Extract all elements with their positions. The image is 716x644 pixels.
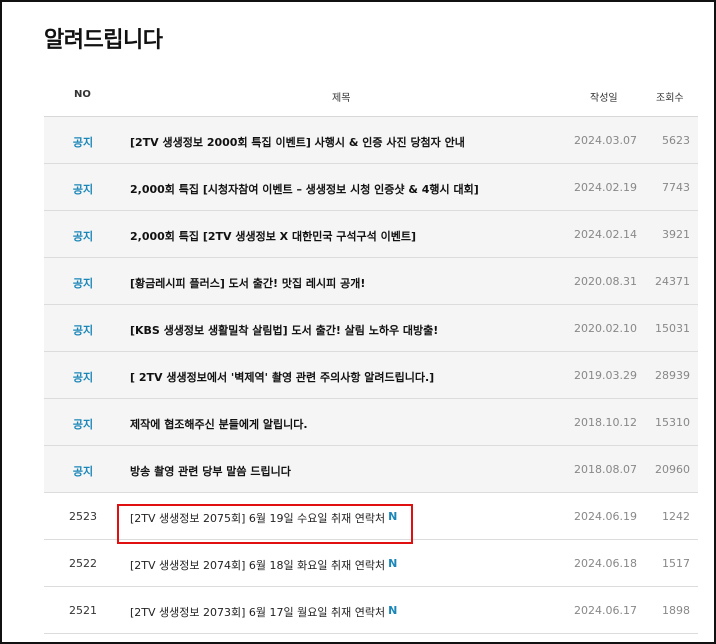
notice-row[interactable]: 공지 [KBS 생생정보 생활밀착 살림법] 도서 출간! 살림 노하우 대방출… [44,305,698,352]
post-date: 2019.03.29 [574,369,637,382]
post-date: 2024.06.18 [574,557,637,570]
page-title: 알려드립니다 [44,28,163,53]
post-title-link[interactable]: [2TV 생생정보 2075회] 6월 19일 수요일 취재 연락처 [130,512,385,525]
notice-row[interactable]: 공지 2,000회 특집 [2TV 생생정보 X 대한민국 구석구석 이벤트] … [44,211,698,258]
post-date: 2024.06.19 [574,510,637,523]
post-date: 2018.08.07 [574,463,637,476]
notice-label: 공지 [72,277,94,290]
post-title-link[interactable]: [2TV 생생정보 2000회 특집 이벤트] 사행시 & 인증 사진 당첨자 … [130,134,465,150]
notice-label: 공지 [72,418,94,431]
post-views: 1898 [662,604,690,617]
post-title-link[interactable]: [2TV 생생정보 2074회] 6월 18일 화요일 취재 연락처 [130,559,385,572]
notice-label: 공지 [72,371,94,384]
post-date: 2018.10.12 [574,416,637,429]
header-title: 제목 [332,93,351,104]
post-views: 7743 [662,181,690,194]
notice-label: 공지 [72,183,94,196]
post-number: 2523 [69,510,97,523]
post-date: 2020.02.10 [574,322,637,335]
post-views: 24371 [655,275,690,288]
page-frame: 알려드립니다 NO 제목 작성일 조회수 공지 [2TV 생생정보 2000회 … [0,0,716,644]
post-views: 3921 [662,228,690,241]
notice-row[interactable]: 공지 [황금레시피 플러스] 도서 출간! 맛집 레시피 공개! 2020.08… [44,258,698,305]
post-date: 2024.03.07 [574,134,637,147]
post-number: 2521 [69,604,97,617]
post-date: 2024.06.17 [574,604,637,617]
header-views: 조회수 [656,93,684,104]
notice-row[interactable]: 공지 방송 촬영 관련 당부 말씀 드립니다 2018.08.07 20960 [44,446,698,493]
post-views: 15031 [655,322,690,335]
notice-label: 공지 [72,465,94,478]
notice-row[interactable]: 공지 [ 2TV 생생정보에서 '벽제역' 촬영 관련 주의사항 알려드립니다.… [44,352,698,399]
header-no: NO [74,89,91,100]
post-views: 1517 [662,557,690,570]
post-title-link[interactable]: [KBS 생생정보 생활밀착 살림법] 도서 출간! 살림 노하우 대방출! [130,322,438,338]
new-badge: N [388,510,398,523]
notice-row[interactable]: 공지 [2TV 생생정보 2000회 특집 이벤트] 사행시 & 인증 사진 당… [44,117,698,164]
post-title-link[interactable]: 방송 촬영 관련 당부 말씀 드립니다 [130,463,291,479]
post-title-link[interactable]: 2,000회 특집 [2TV 생생정보 X 대한민국 구석구석 이벤트] [130,228,416,244]
post-title-link[interactable]: 제작에 협조해주신 분들에게 알립니다. [130,416,308,432]
post-row[interactable]: 2521 [2TV 생생정보 2073회] 6월 17일 월요일 취재 연락처 N… [44,587,698,634]
post-date: 2020.08.31 [574,275,637,288]
notice-label: 공지 [72,230,94,243]
post-title-link[interactable]: [2TV 생생정보 2073회] 6월 17일 월요일 취재 연락처 [130,606,385,619]
board-table: NO 제목 작성일 조회수 공지 [2TV 생생정보 2000회 특집 이벤트]… [44,74,698,634]
post-row[interactable]: 2523 [2TV 생생정보 2075회] 6월 19일 수요일 취재 연락처 N… [44,493,698,540]
post-title-link[interactable]: 2,000회 특집 [시청자참여 이벤트 – 생생정보 시청 인증샷 & 4행시… [130,181,479,197]
post-views: 1242 [662,510,690,523]
notice-row[interactable]: 공지 제작에 협조해주신 분들에게 알립니다. 2018.10.12 15310 [44,399,698,446]
post-views: 28939 [655,369,690,382]
post-title-wrap: [2TV 생생정보 2075회] 6월 19일 수요일 취재 연락처 N [130,510,397,526]
notice-label: 공지 [72,136,94,149]
post-row[interactable]: 2522 [2TV 생생정보 2074회] 6월 18일 화요일 취재 연락처 N… [44,540,698,587]
post-title-wrap: [2TV 생생정보 2073회] 6월 17일 월요일 취재 연락처 N [130,604,397,620]
post-title-link[interactable]: [ 2TV 생생정보에서 '벽제역' 촬영 관련 주의사항 알려드립니다.] [130,369,434,385]
post-date: 2024.02.19 [574,181,637,194]
new-badge: N [388,557,398,570]
post-views: 15310 [655,416,690,429]
header-date: 작성일 [590,93,618,104]
new-badge: N [388,604,398,617]
notice-row[interactable]: 공지 2,000회 특집 [시청자참여 이벤트 – 생생정보 시청 인증샷 & … [44,164,698,211]
notice-label: 공지 [72,324,94,337]
post-number: 2522 [69,557,97,570]
post-date: 2024.02.14 [574,228,637,241]
post-title-wrap: [2TV 생생정보 2074회] 6월 18일 화요일 취재 연락처 N [130,557,397,573]
post-views: 5623 [662,134,690,147]
post-title-link[interactable]: [황금레시피 플러스] 도서 출간! 맛집 레시피 공개! [130,275,365,291]
table-header: NO 제목 작성일 조회수 [44,74,698,117]
post-views: 20960 [655,463,690,476]
